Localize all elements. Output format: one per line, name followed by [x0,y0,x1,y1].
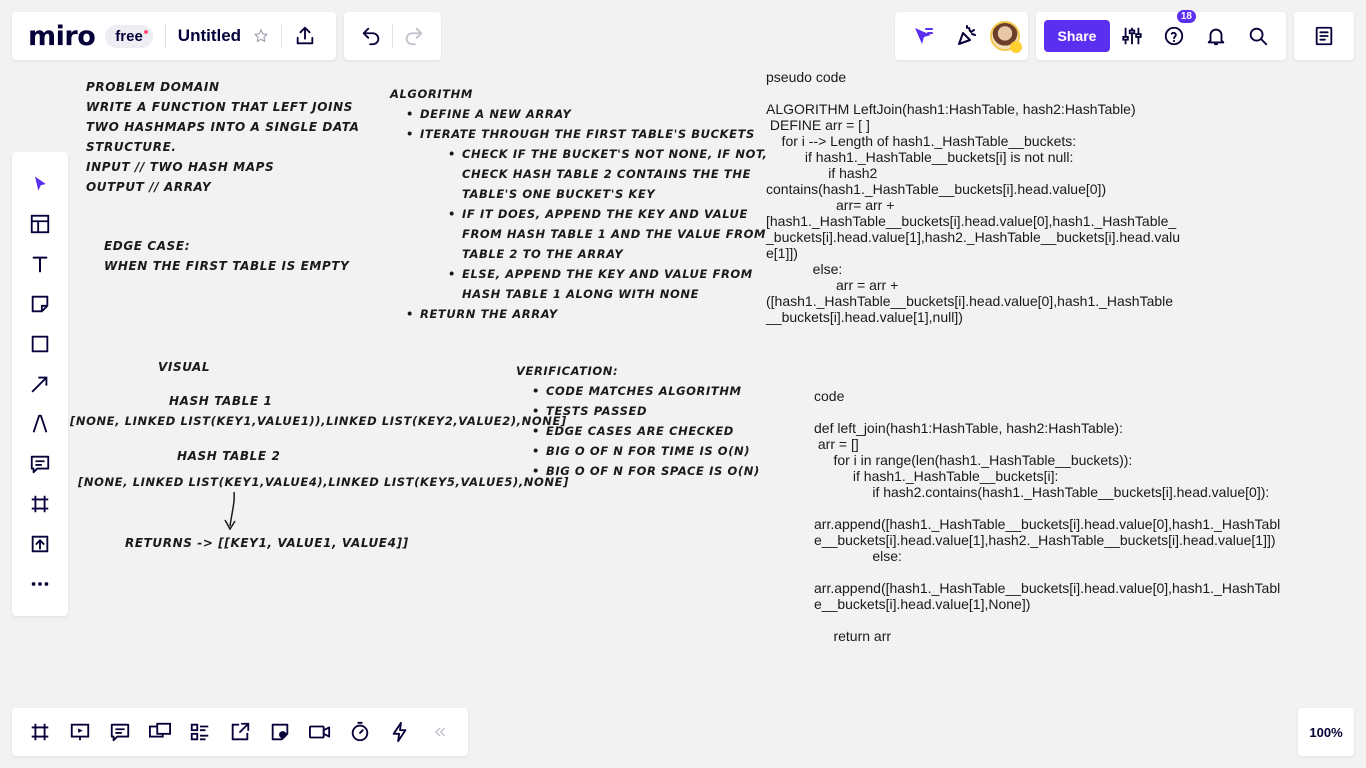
cursor-follow-icon[interactable] [903,16,943,56]
down-arrow[interactable] [222,490,242,532]
algorithm-item: return the array [390,304,768,324]
returns-line[interactable]: returns -> [[key1, value1, value4]] [125,533,409,553]
algorithm-item: hash table 1 along with none [462,287,700,301]
zoom-panel: 100% [1298,708,1354,756]
verification-item: edge cases are checked [516,421,760,441]
bolt-badge [1010,41,1022,53]
edge-line: when the first table is empty [104,259,350,273]
algorithm-item: table's one bucket's key [462,187,656,201]
notes-panel [1294,12,1354,60]
board-header: miro free Untitled [12,12,336,60]
algorithm-item: check if the bucket's not none, if not, [390,144,768,164]
shape-icon[interactable] [20,324,60,364]
pen-icon[interactable] [20,404,60,444]
timer-icon[interactable] [340,712,380,752]
zoom-level[interactable]: 100% [1309,725,1342,740]
algorithm-item: from hash table 1 and the value from [462,227,767,241]
frame-icon[interactable] [20,484,60,524]
help-icon [1164,26,1184,46]
share-screen-icon[interactable] [220,712,260,752]
plan-badge[interactable]: free [105,24,153,48]
algorithm-item: define a new array [390,104,768,124]
undo-icon[interactable] [351,16,391,56]
collapse-icon[interactable] [420,712,460,752]
redo-icon[interactable] [394,16,434,56]
verification-item: big O of n for space is O(n) [516,461,760,481]
problem-line: PROBLEM DOMAIN [86,80,220,94]
video-icon[interactable] [300,712,340,752]
left-toolbar [12,152,68,616]
algorithm-title: ALGORITHM [390,87,473,101]
help-badge: 18 [1176,10,1196,23]
board-title[interactable]: Untitled [178,26,241,46]
hash-table-1-label[interactable]: hash table 1 [169,391,272,411]
collaboration-panel [895,12,1028,60]
search-icon[interactable] [1238,16,1278,56]
hash-table-2-label[interactable]: hash table 2 [177,446,280,466]
verification-item: tests passed [516,401,760,421]
export-icon[interactable] [294,25,316,47]
avatar[interactable] [990,21,1022,53]
text-icon[interactable] [20,244,60,284]
problem-line: output // array [86,180,212,194]
edge-case-block[interactable]: Edge case: when the first table is empty [104,236,349,276]
hash-table-2[interactable]: [none, linked list(key1,value4),linked l… [78,472,569,492]
pseudo-code-text[interactable]: pseudo code ALGORITHM LeftJoin(hash1:Has… [766,69,1180,325]
comment-icon[interactable] [20,444,60,484]
share-button[interactable]: Share [1044,20,1110,52]
notes-icon[interactable] [1304,16,1344,56]
code-text[interactable]: code def left_join(hash1:HashTable, hash… [814,388,1280,644]
star-icon[interactable] [253,28,269,44]
bell-icon[interactable] [1196,16,1236,56]
sticky-note-icon[interactable] [20,284,60,324]
comments-panel-icon[interactable] [100,712,140,752]
divider [281,24,283,48]
problem-domain-block[interactable]: PROBLEM DOMAIN Write a function that lef… [86,77,359,197]
celebrate-icon[interactable] [947,16,987,56]
problem-line: structure. [86,140,177,154]
verification-item: code matches algorithm [516,381,760,401]
edge-line: Edge case: [104,239,191,253]
verification-title: verification: [516,364,619,378]
settings-icon[interactable] [1112,16,1152,56]
more-icon[interactable] [20,564,60,604]
card-icon[interactable] [180,712,220,752]
algorithm-item: else, append the key and value from [390,264,768,284]
templates-icon[interactable] [20,204,60,244]
divider [391,24,393,48]
select-icon[interactable] [20,164,60,204]
help-button[interactable]: 18 [1154,10,1196,56]
bottom-toolbar [12,708,468,756]
problem-line: two hashmaps into a single data [86,120,360,134]
present-icon[interactable] [60,712,100,752]
algorithm-item: if it does, append the key and value [390,204,768,224]
divider [164,24,166,48]
problem-line: Write a function that left joins [86,100,353,114]
upload-icon[interactable] [20,524,60,564]
hash-table-1[interactable]: [none, linked list(key1,value1)),linked … [70,411,567,431]
verification-block[interactable]: verification: code matches algorithm tes… [516,361,760,481]
visual-title[interactable]: visual [158,357,210,377]
problem-line: input // two hash maps [86,160,275,174]
bolt-icon[interactable] [380,712,420,752]
miro-logo[interactable]: miro [28,21,96,52]
video-chat-icon[interactable] [140,712,180,752]
plan-dot [143,29,148,34]
algorithm-item: iterate through the first table's bucket… [390,124,768,144]
frames-icon[interactable] [20,712,60,752]
algorithm-block[interactable]: ALGORITHM define a new array iterate thr… [390,84,768,324]
board-card-icon[interactable] [260,712,300,752]
verification-item: big O of n for time is O(n) [516,441,760,461]
share-panel: Share 18 [1036,10,1286,60]
history-panel [344,12,441,60]
algorithm-item: table 2 to the array [462,247,624,261]
plan-badge-label: free [115,27,143,45]
algorithm-item: check hash table 2 contains the the [462,167,752,181]
arrow-icon[interactable] [20,364,60,404]
